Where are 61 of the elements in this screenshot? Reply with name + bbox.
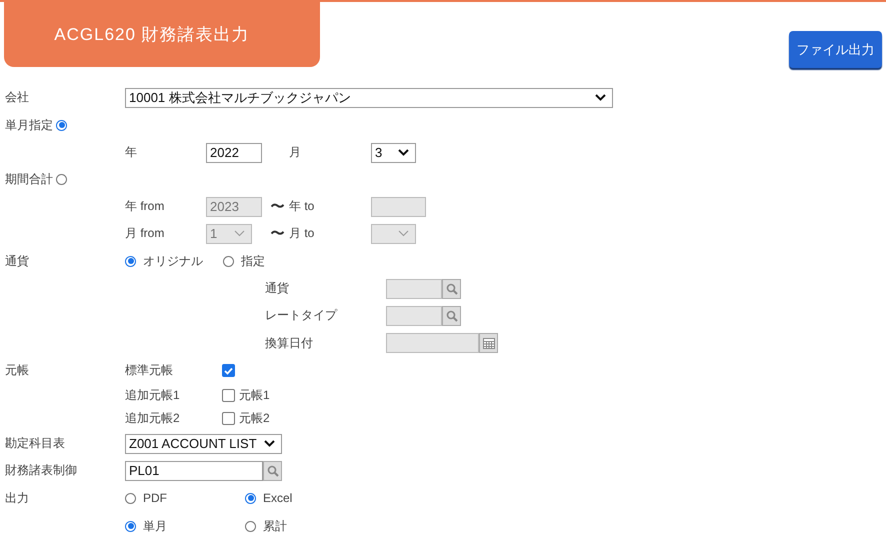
search-icon xyxy=(446,282,458,294)
field-label: 通貨 xyxy=(265,280,290,297)
month-select[interactable]: 3 xyxy=(371,142,416,162)
account-list-select[interactable]: Z001 ACCOUNT LIST xyxy=(125,434,282,454)
field-label: 月 to xyxy=(289,225,316,242)
search-button[interactable] xyxy=(263,460,282,480)
file-output-button[interactable]: ファイル出力 xyxy=(789,31,882,68)
checkbox[interactable] xyxy=(222,389,235,402)
search-button[interactable] xyxy=(442,278,461,298)
field-label: 期間合計 xyxy=(5,171,53,188)
field-label: 年 to xyxy=(289,198,316,215)
search-button[interactable] xyxy=(442,306,461,326)
field-label: 会社 xyxy=(5,89,30,106)
calendar-icon xyxy=(482,338,494,348)
field-label: 勘定科目表 xyxy=(5,435,66,452)
field-label: 月 from xyxy=(125,225,166,242)
radio-button[interactable] xyxy=(125,520,136,532)
option-label: PDF xyxy=(143,491,167,505)
radio-button[interactable] xyxy=(245,492,256,504)
search-icon xyxy=(266,464,278,476)
year-to-field[interactable] xyxy=(371,196,426,216)
option-label: 指定 xyxy=(241,252,265,270)
page-title: ACGL620 財務諸表出力 xyxy=(4,2,320,67)
field-label: 通貨 xyxy=(5,252,30,270)
radio-button[interactable] xyxy=(56,120,67,130)
date-field[interactable] xyxy=(386,333,479,353)
tilde: 〜 xyxy=(270,198,286,216)
search-icon xyxy=(446,310,458,322)
checkbox[interactable] xyxy=(222,412,235,425)
field-label: 換算日付 xyxy=(265,334,314,352)
checkbox-label: 元帳2 xyxy=(239,410,270,427)
checkbox[interactable] xyxy=(222,364,235,377)
option-label: Excel xyxy=(263,491,292,505)
field-label: レートタイプ xyxy=(265,307,338,324)
tilde: 〜 xyxy=(270,224,286,242)
field-label: 単月指定 xyxy=(5,116,53,134)
year-field[interactable]: 2022 xyxy=(206,142,262,162)
chevron-icon xyxy=(398,230,409,237)
field-label: 年 from xyxy=(125,198,166,215)
lookup-field[interactable] xyxy=(386,306,442,326)
calendar-button[interactable] xyxy=(479,333,498,353)
field-label: 出力 xyxy=(5,490,30,506)
option-label: オリジナル xyxy=(143,252,203,270)
field-label: 追加元帳1 xyxy=(125,387,181,404)
option-label: 単月 xyxy=(143,518,167,534)
field-label: 月 xyxy=(289,144,302,161)
chevron-icon xyxy=(398,149,409,156)
chevron-icon xyxy=(264,440,275,447)
lookup-field[interactable]: PL01 xyxy=(125,460,263,480)
field-label: 元帳 xyxy=(5,362,30,379)
radio-button[interactable] xyxy=(245,520,256,532)
field-label: 財務諸表制御 xyxy=(5,462,78,479)
company-select[interactable]: 10001 株式会社マルチブックジャパン xyxy=(125,88,613,108)
chevron-icon xyxy=(234,230,245,237)
option-label: 累計 xyxy=(263,518,287,534)
field-label: 追加元帳2 xyxy=(125,410,181,427)
checkbox-label: 元帳1 xyxy=(239,387,270,404)
radio-button[interactable] xyxy=(125,492,136,504)
field-label: 標準元帳 xyxy=(125,362,174,379)
chevron-icon xyxy=(595,94,606,101)
field-label: 年 xyxy=(125,144,138,161)
